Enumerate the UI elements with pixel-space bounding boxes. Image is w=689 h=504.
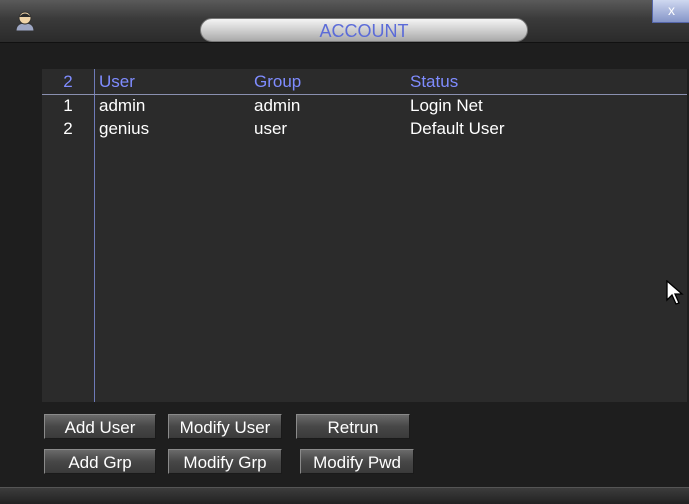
user-icon	[15, 11, 35, 32]
row-user: admin	[99, 96, 146, 115]
add-grp-button[interactable]: Add Grp	[44, 449, 156, 474]
account-window: ACCOUNT x 2 User Group Status 1 admin ad…	[0, 0, 689, 504]
window-title: ACCOUNT	[200, 18, 528, 42]
add-user-button[interactable]: Add User	[44, 414, 156, 439]
table-row[interactable]: 2 genius user Default User	[42, 118, 687, 140]
header-count: 2	[63, 72, 73, 91]
row-number: 2	[63, 119, 73, 138]
table-header: 2 User Group Status	[42, 71, 687, 93]
row-status: Login Net	[410, 96, 483, 115]
close-button[interactable]: x	[652, 0, 689, 23]
row-group: user	[254, 119, 288, 138]
row-number: 1	[63, 96, 73, 115]
header-status[interactable]: Status	[410, 71, 458, 93]
row-group: admin	[254, 96, 301, 115]
modify-user-button[interactable]: Modify User	[168, 414, 282, 439]
modify-pwd-button[interactable]: Modify Pwd	[300, 449, 414, 474]
table-row[interactable]: 1 admin admin Login Net	[42, 95, 687, 117]
modify-grp-button[interactable]: Modify Grp	[168, 449, 282, 474]
header-group[interactable]: Group	[254, 71, 301, 93]
title-bar: ACCOUNT x	[0, 0, 689, 43]
row-status: Default User	[410, 119, 505, 138]
close-icon: x	[668, 2, 675, 18]
retrun-button[interactable]: Retrun	[296, 414, 410, 439]
bottom-bar	[0, 487, 689, 504]
mouse-cursor-icon	[666, 280, 684, 305]
account-list: 2 User Group Status 1 admin admin Login …	[42, 69, 687, 402]
row-user: genius	[99, 119, 150, 138]
header-user[interactable]: User	[99, 71, 135, 93]
